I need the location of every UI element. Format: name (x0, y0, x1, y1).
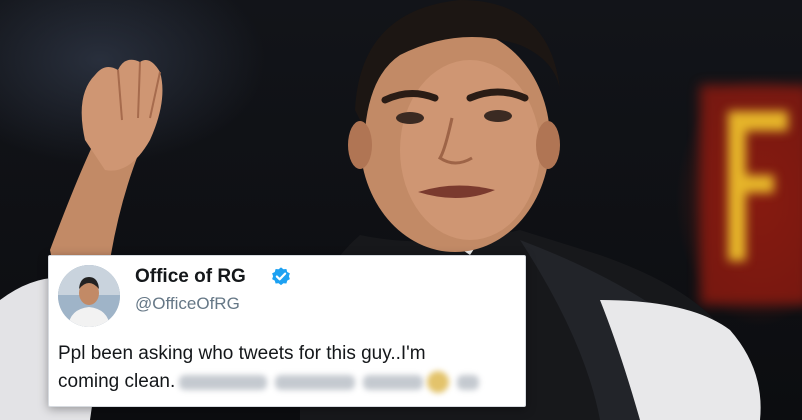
profile-avatar[interactable] (58, 265, 120, 327)
tweet-body: Ppl been asking who tweets for this guy.… (58, 340, 520, 396)
user-handle[interactable]: @OfficeOfRG (135, 294, 240, 314)
screenshot-canvas: Office of RG @OfficeOfRG Ppl been asking… (0, 0, 802, 420)
verified-badge-icon (272, 267, 290, 286)
obscured-emoji-icon (427, 370, 450, 393)
obscured-text-region (179, 370, 480, 393)
avatar-image (58, 265, 120, 327)
tweet-card: Office of RG @OfficeOfRG Ppl been asking… (48, 255, 526, 407)
tweet-text-line-1: Ppl been asking who tweets for this guy.… (58, 343, 426, 364)
tweet-text-line-2: coming clean. (58, 368, 520, 396)
tweet-text-visible: coming clean. (58, 371, 176, 392)
display-name[interactable]: Office of RG (135, 266, 246, 288)
